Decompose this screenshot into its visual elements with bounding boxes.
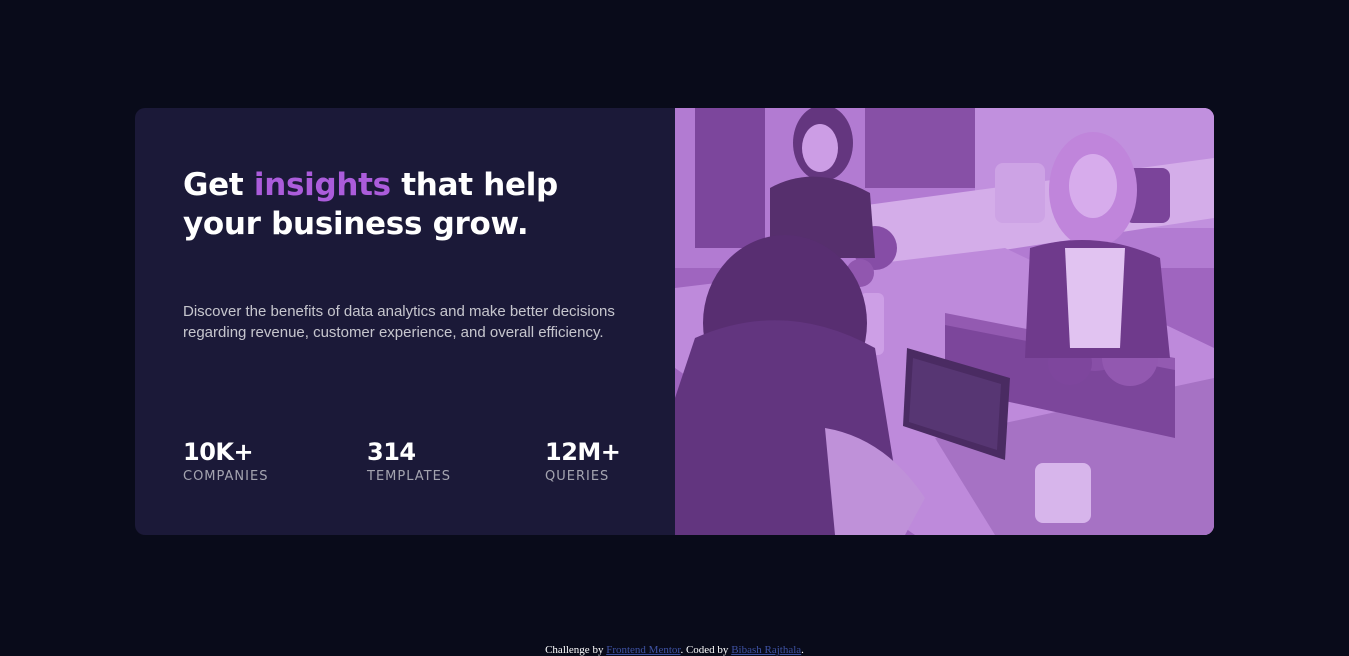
stat-label: TEMPLATES xyxy=(367,469,452,484)
stat-queries: 12M+ QUERIES xyxy=(545,437,621,486)
stat-templates: 314 TEMPLATES xyxy=(367,437,451,486)
stats-preview-card: Get insights that help your business gro… xyxy=(135,108,1214,535)
stat-companies: 10K+ COMPANIES xyxy=(183,437,268,486)
attribution-middle: . Coded by xyxy=(680,644,732,656)
headline-accent: insights xyxy=(253,167,391,203)
attribution-prefix: Challenge by xyxy=(545,644,607,656)
header-image xyxy=(675,108,1214,535)
attribution: Challenge by Frontend Mentor. Coded by B… xyxy=(0,643,1349,656)
description: Discover the benefits of data analytics … xyxy=(183,303,615,341)
attribution-suffix: . xyxy=(801,644,804,656)
office-photo xyxy=(675,108,1214,535)
stat-value: 12M+ xyxy=(545,438,621,466)
stat-label: COMPANIES xyxy=(183,469,269,484)
author-link[interactable]: Bibash Rajthala xyxy=(731,644,801,656)
headline-before: Get xyxy=(183,167,254,203)
stat-label: QUERIES xyxy=(545,469,610,484)
stat-value: 314 xyxy=(367,438,416,466)
headline: Get insights that help your business gro… xyxy=(183,166,643,244)
frontend-mentor-link[interactable]: Frontend Mentor xyxy=(606,644,680,656)
stat-value: 10K+ xyxy=(183,438,254,466)
card-content: Get insights that help your business gro… xyxy=(135,108,675,535)
